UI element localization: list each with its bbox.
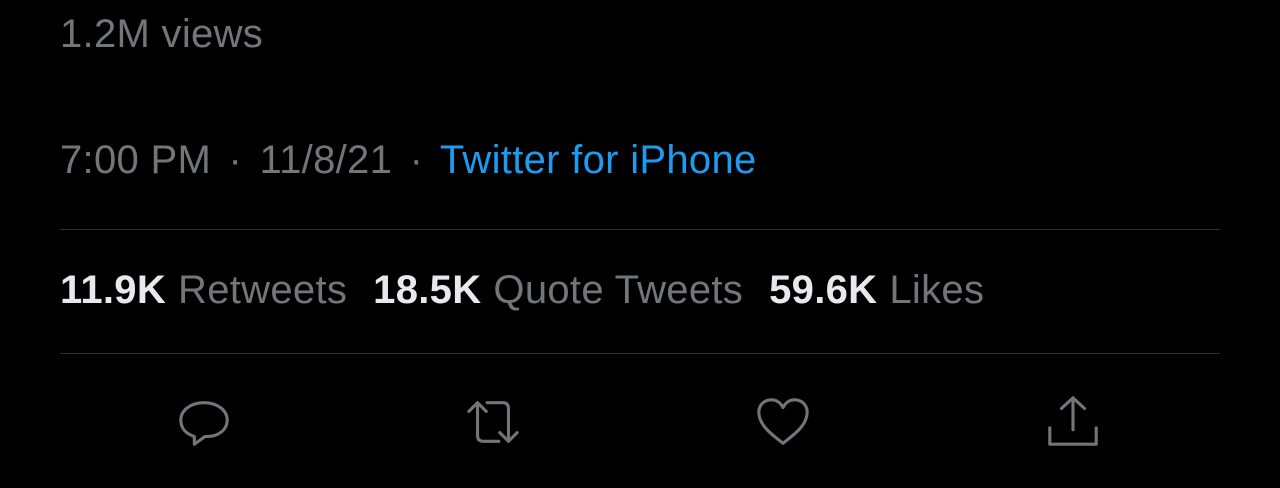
tweet-date: 11/8/21 xyxy=(259,138,393,182)
engagement-stats: 11.9K Retweets 18.5K Quote Tweets 59.6K Lik… xyxy=(60,268,984,313)
like-button[interactable] xyxy=(753,392,813,452)
retweets-count: 11.9K xyxy=(60,268,167,312)
likes-label: Likes xyxy=(889,268,985,312)
retweets-stat[interactable]: 11.9K Retweets xyxy=(60,268,347,313)
divider xyxy=(60,353,1220,354)
likes-stat[interactable]: 59.6K Likes xyxy=(769,268,984,313)
like-icon xyxy=(757,398,809,445)
quote-tweets-label: Quote Tweets xyxy=(493,268,744,312)
tweet-action-bar xyxy=(0,392,1280,452)
tweet-metadata: 7:00 PM · 11/8/21 · Twitter for iPhone xyxy=(60,138,757,183)
likes-count: 59.6K xyxy=(769,268,878,312)
retweets-label: Retweets xyxy=(178,268,348,312)
meta-separator: · xyxy=(409,138,424,182)
reply-icon xyxy=(179,401,229,446)
meta-separator: · xyxy=(228,138,243,182)
share-icon xyxy=(1048,396,1098,446)
retweet-button[interactable] xyxy=(463,392,523,452)
quote-tweets-count: 18.5K xyxy=(373,268,482,312)
retweet-icon xyxy=(467,401,519,443)
reply-button[interactable] xyxy=(174,392,234,452)
tweet-time: 7:00 PM xyxy=(60,138,212,182)
tweet-source-link[interactable]: Twitter for iPhone xyxy=(440,138,757,182)
quote-tweets-stat[interactable]: 18.5K Quote Tweets xyxy=(373,268,743,313)
view-count: 1.2M views xyxy=(60,12,264,56)
share-button[interactable] xyxy=(1043,392,1103,452)
divider xyxy=(60,229,1220,230)
